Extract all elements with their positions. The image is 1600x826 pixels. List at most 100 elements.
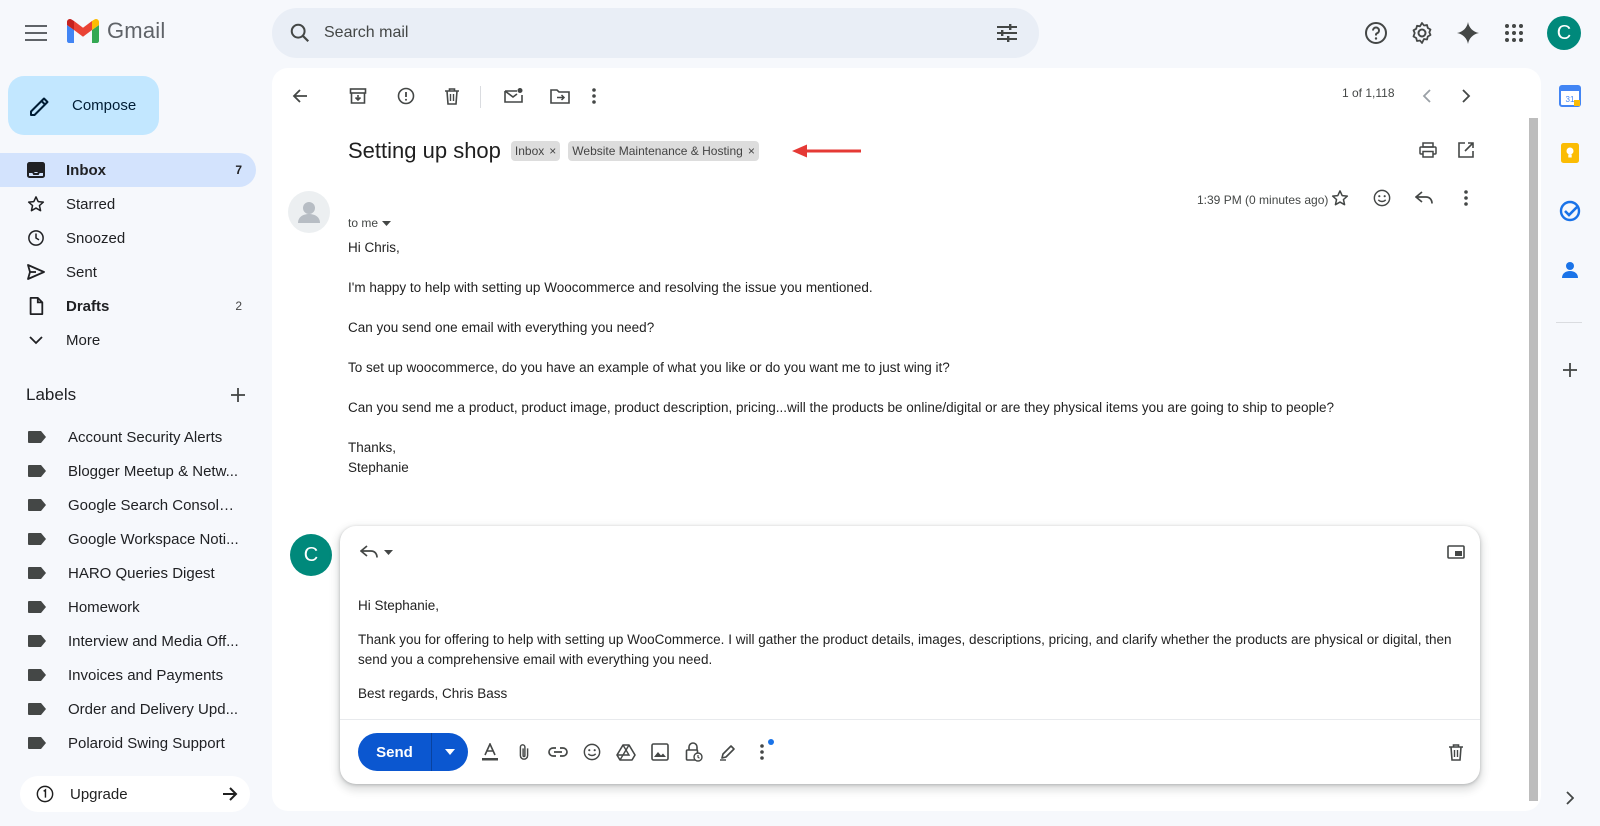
email-signature: Stephanie (348, 460, 409, 475)
email-timestamp: 1:39 PM (0 minutes ago) (1197, 193, 1329, 207)
label-item[interactable]: Polaroid Swing Support (0, 726, 256, 760)
mark-unread-icon[interactable] (496, 78, 532, 114)
add-addon-plus-icon[interactable] (1556, 356, 1584, 384)
reply-icon (359, 545, 378, 558)
annotation-arrow-icon (792, 144, 861, 158)
label-chip-inbox[interactable]: Inbox × (510, 141, 561, 161)
move-to-icon[interactable] (542, 78, 578, 114)
toolbar-divider (480, 86, 481, 108)
insert-photo-icon[interactable] (646, 738, 674, 766)
insert-emoji-icon[interactable] (578, 738, 606, 766)
chip-label: Inbox (514, 144, 545, 158)
newer-chevron-left-icon[interactable] (1408, 78, 1444, 114)
label-tag-icon (28, 737, 46, 749)
email-subject: Setting up shop (348, 138, 501, 163)
send-icon (26, 262, 46, 282)
upgrade-button[interactable]: Upgrade (20, 776, 250, 812)
pop-out-reply-icon[interactable] (1438, 534, 1474, 570)
more-options-icon[interactable] (748, 738, 776, 766)
tasks-icon[interactable] (1556, 197, 1584, 225)
older-chevron-right-icon[interactable] (1448, 78, 1484, 114)
search-options-icon[interactable] (985, 11, 1029, 55)
sidebar-item-more[interactable]: More (0, 323, 256, 357)
upgrade-label: Upgrade (70, 785, 128, 803)
label-item[interactable]: Interview and Media Off... (0, 624, 256, 658)
label-item[interactable]: Blogger Meetup & Netw... (0, 454, 256, 488)
gmail-logo[interactable]: Gmail (67, 18, 165, 44)
sidebar-item-starred[interactable]: Starred (0, 187, 256, 221)
compose-button[interactable]: Compose (8, 76, 159, 135)
label-item[interactable]: Google Search Console ... (0, 488, 256, 522)
label-tag-icon (28, 499, 46, 511)
remove-label-icon[interactable]: × (748, 144, 755, 158)
label-item[interactable]: Google Workspace Noti... (0, 522, 256, 556)
reply-icon[interactable] (1406, 180, 1442, 216)
keep-icon[interactable] (1556, 139, 1584, 167)
label-item[interactable]: Account Security Alerts (0, 420, 256, 454)
back-arrow-icon[interactable] (282, 78, 318, 114)
send-label[interactable]: Send (358, 733, 432, 771)
label-chip-website-maintenance[interactable]: Website Maintenance & Hosting × (568, 141, 759, 161)
archive-icon[interactable] (340, 78, 376, 114)
print-icon[interactable] (1410, 132, 1446, 168)
reply-composer[interactable]: Hi Stephanie, Thank you for offering to … (340, 526, 1480, 784)
text-format-icon[interactable] (476, 738, 504, 766)
main-menu-button[interactable] (16, 13, 56, 53)
google-drive-icon[interactable] (612, 738, 640, 766)
contacts-icon[interactable] (1556, 256, 1584, 284)
confidential-lock-clock-icon[interactable] (680, 738, 708, 766)
signature-pen-icon[interactable] (714, 738, 742, 766)
sidebar-item-inbox[interactable]: Inbox 7 (0, 153, 256, 187)
star-icon (26, 194, 46, 214)
apps-grid-icon[interactable] (1494, 13, 1534, 53)
email-paragraph: To set up woocommerce, do you have an ex… (348, 360, 950, 375)
insert-link-icon[interactable] (544, 738, 572, 766)
report-spam-icon[interactable] (388, 78, 424, 114)
email-paragraph: Hi Chris, (348, 240, 400, 255)
star-icon[interactable] (1322, 180, 1358, 216)
recipient-details[interactable]: to me (348, 216, 392, 230)
discard-draft-icon[interactable] (1442, 738, 1470, 766)
sidebar-item-snoozed[interactable]: Snoozed (0, 221, 256, 255)
label-item[interactable]: Order and Delivery Upd... (0, 692, 256, 726)
reply-paragraph: Best regards, Chris Bass (358, 686, 508, 701)
caret-down-icon (382, 220, 392, 226)
attach-file-icon[interactable] (510, 738, 538, 766)
send-button[interactable]: Send (358, 733, 468, 771)
more-vert-icon[interactable] (576, 78, 612, 114)
sidebar-item-label: Drafts (66, 297, 110, 315)
sidebar-item-drafts[interactable]: Drafts 2 (0, 289, 256, 323)
app-name: Gmail (107, 18, 166, 43)
account-avatar[interactable]: C (1547, 16, 1581, 50)
search-input[interactable] (324, 24, 985, 42)
message-more-vert-icon[interactable] (1448, 180, 1484, 216)
expand-side-panel-chevron-icon[interactable] (1556, 784, 1584, 812)
settings-gear-icon[interactable] (1402, 13, 1442, 53)
sender-avatar[interactable] (288, 191, 330, 233)
delete-icon[interactable] (434, 78, 470, 114)
label-item[interactable]: Invoices and Payments (0, 658, 256, 692)
sidebar-item-sent[interactable]: Sent (0, 255, 256, 289)
label-tag-icon (28, 567, 46, 579)
reply-type-dropdown[interactable] (354, 534, 398, 570)
label-name: Invoices and Payments (68, 666, 224, 684)
scrollbar[interactable] (1529, 118, 1538, 801)
label-tag-icon (28, 431, 46, 443)
reply-body[interactable]: Hi Stephanie, Thank you for offering to … (358, 596, 1468, 718)
emoji-react-icon[interactable] (1364, 180, 1400, 216)
clock-icon (26, 228, 46, 248)
label-tag-icon (28, 533, 46, 545)
remove-label-icon[interactable]: × (549, 144, 556, 158)
add-label-icon[interactable] (230, 387, 246, 403)
label-item[interactable]: Homework (0, 590, 256, 624)
unread-count: 7 (235, 163, 242, 177)
open-new-window-icon[interactable] (1448, 132, 1484, 168)
search-icon[interactable] (276, 9, 324, 57)
calendar-icon[interactable]: 31 (1556, 82, 1584, 110)
gemini-sparkle-icon[interactable] (1448, 13, 1488, 53)
label-item[interactable]: HARO Queries Digest (0, 556, 256, 590)
send-options-caret-icon[interactable] (432, 733, 468, 771)
help-icon[interactable] (1356, 13, 1396, 53)
label-name: Blogger Meetup & Netw... (68, 462, 239, 480)
scrollbar-thumb[interactable] (1529, 118, 1538, 801)
